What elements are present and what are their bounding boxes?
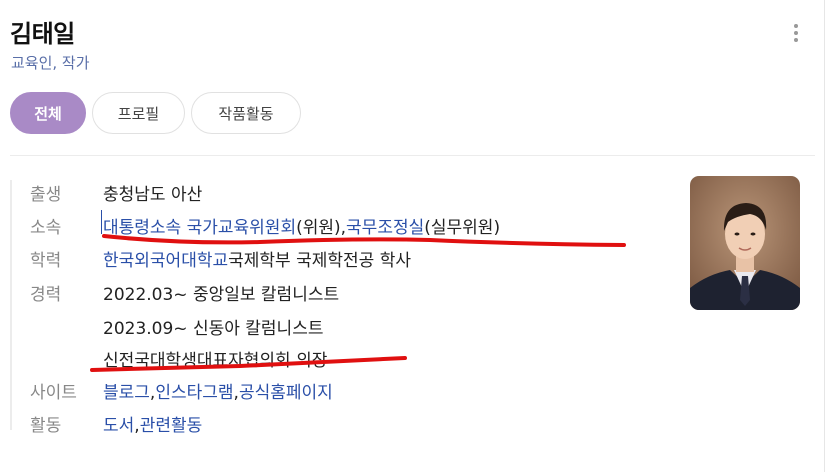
education-detail: 국제학부 국제학전공 학사 — [228, 251, 411, 271]
tab-all[interactable]: 전체 — [10, 92, 86, 134]
label-site: 사이트 — [30, 383, 77, 403]
person-name[interactable]: 김태일 — [10, 14, 75, 49]
affiliation-role-1: (위원), — [296, 218, 347, 238]
more-vertical-icon[interactable] — [789, 24, 803, 48]
row-activity: 활동 도서 , 관련활동 — [30, 411, 202, 436]
career-item: 2022.03~ 중앙일보 칼럼니스트 — [103, 285, 340, 305]
link-related-activities[interactable]: 관련활동 — [140, 411, 203, 436]
link-homepage[interactable]: 공식홈페이지 — [239, 378, 333, 403]
link-books[interactable]: 도서 — [103, 411, 134, 436]
row-career-2: 2023.09~ 신동아 칼럼니스트 — [30, 314, 323, 339]
tab-bar: 전체 프로필 작품활동 — [10, 92, 301, 134]
label-education: 학력 — [30, 251, 62, 271]
affiliation-role-2: (실무위원) — [424, 218, 501, 238]
profile-card: 김태일 교육인, 작가 전체 프로필 작품활동 출생 충청남도 아산 소속 대통… — [0, 0, 825, 472]
career-item: 신전국대학생대표자협의회 의장 — [103, 351, 328, 371]
link-office-government-policy[interactable]: 국무조정실 — [346, 213, 424, 238]
person-subtitle: 교육인, 작가 — [11, 54, 90, 72]
link-national-education-committee[interactable]: 대통령소속 국가교육위원회 — [103, 213, 296, 238]
link-instagram[interactable]: 인스타그램 — [155, 378, 233, 403]
row-birth: 출생 충청남도 아산 — [30, 180, 202, 205]
label-activity: 활동 — [30, 416, 62, 436]
row-career-3: 신전국대학생대표자협의회 의장 — [30, 346, 327, 371]
tab-profile[interactable]: 프로필 — [92, 92, 185, 134]
career-item: 2023.09~ 신동아 칼럼니스트 — [103, 319, 324, 339]
row-site: 사이트 블로그 , 인스타그램 , 공식홈페이지 — [30, 378, 333, 403]
row-education: 학력 한국외국어대학교 국제학부 국제학전공 학사 — [30, 246, 411, 271]
tab-works[interactable]: 작품활동 — [191, 92, 301, 134]
link-blog[interactable]: 블로그 — [103, 378, 150, 403]
label-career: 경력 — [30, 285, 62, 305]
divider — [10, 155, 815, 156]
text-cursor — [101, 210, 102, 234]
section-bar — [10, 180, 12, 430]
label-affiliation: 소속 — [30, 218, 62, 238]
value-birth: 충청남도 아산 — [103, 185, 203, 205]
profile-photo[interactable] — [690, 176, 800, 310]
label-birth: 출생 — [30, 185, 62, 205]
row-career-1: 경력 2022.03~ 중앙일보 칼럼니스트 — [30, 280, 339, 305]
link-university[interactable]: 한국외국어대학교 — [103, 246, 228, 271]
